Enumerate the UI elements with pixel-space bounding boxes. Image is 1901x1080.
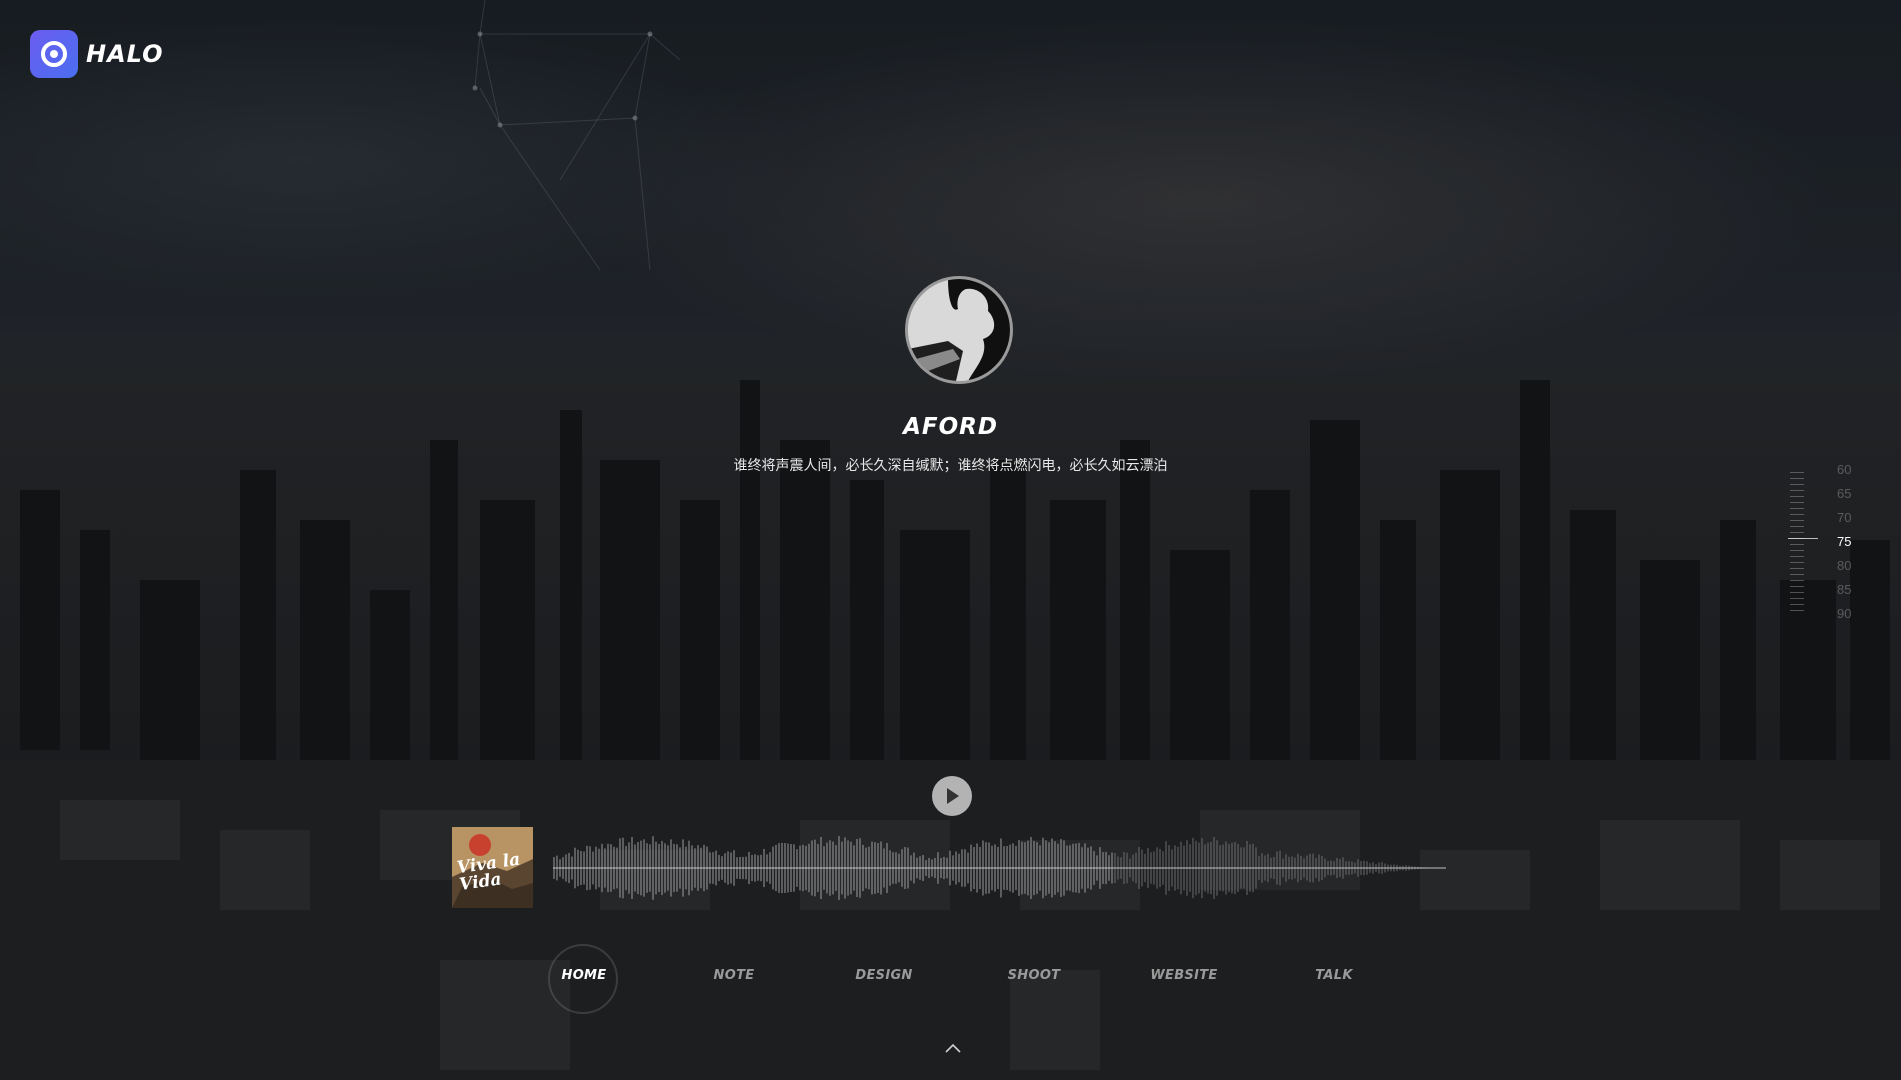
profile-name: AFORD bbox=[903, 414, 998, 440]
nav-item-home[interactable]: HOME bbox=[562, 968, 607, 983]
scale-marker bbox=[1788, 538, 1818, 539]
nav-item-note[interactable]: NOTE bbox=[714, 968, 755, 983]
main-nav: HOME NOTE DESIGN SHOOT WEBSITE TALK bbox=[0, 968, 1901, 992]
scale-ticks bbox=[1790, 472, 1804, 616]
chevron-up-icon[interactable] bbox=[944, 1042, 962, 1054]
scroll-scale[interactable]: 60 65 70 75 80 85 90 bbox=[1782, 462, 1862, 622]
waveform-baseline bbox=[553, 867, 1446, 869]
scale-label: 65 bbox=[1837, 486, 1852, 501]
play-button[interactable] bbox=[932, 776, 972, 816]
nav-item-website[interactable]: WEBSITE bbox=[1150, 968, 1217, 983]
logo-icon bbox=[30, 30, 78, 78]
scale-label: 70 bbox=[1837, 510, 1852, 525]
scale-label: 80 bbox=[1837, 558, 1852, 573]
site-logo[interactable]: HALO bbox=[30, 30, 164, 78]
avatar[interactable] bbox=[905, 276, 1013, 384]
nav-item-talk[interactable]: TALK bbox=[1315, 968, 1352, 983]
logo-text: HALO bbox=[86, 40, 164, 68]
scale-label: 90 bbox=[1837, 606, 1852, 621]
scale-label: 85 bbox=[1837, 582, 1852, 597]
album-cover[interactable]: Viva la Vida bbox=[452, 827, 533, 908]
background-stage: HALO AFORD 谁终将声震人间，必长久深自缄默；谁终将点燃闪电，必长久如云… bbox=[0, 0, 1901, 1080]
scale-label: 60 bbox=[1837, 462, 1852, 477]
play-icon bbox=[947, 788, 959, 804]
scale-label-active: 75 bbox=[1837, 534, 1852, 549]
nav-item-design[interactable]: DESIGN bbox=[855, 968, 912, 983]
nav-item-shoot[interactable]: SHOOT bbox=[1008, 968, 1061, 983]
dark-overlay bbox=[0, 0, 1901, 1080]
audio-waveform[interactable] bbox=[553, 830, 1453, 910]
profile-motto: 谁终将声震人间，必长久深自缄默；谁终将点燃闪电，必长久如云漂泊 bbox=[733, 458, 1168, 474]
